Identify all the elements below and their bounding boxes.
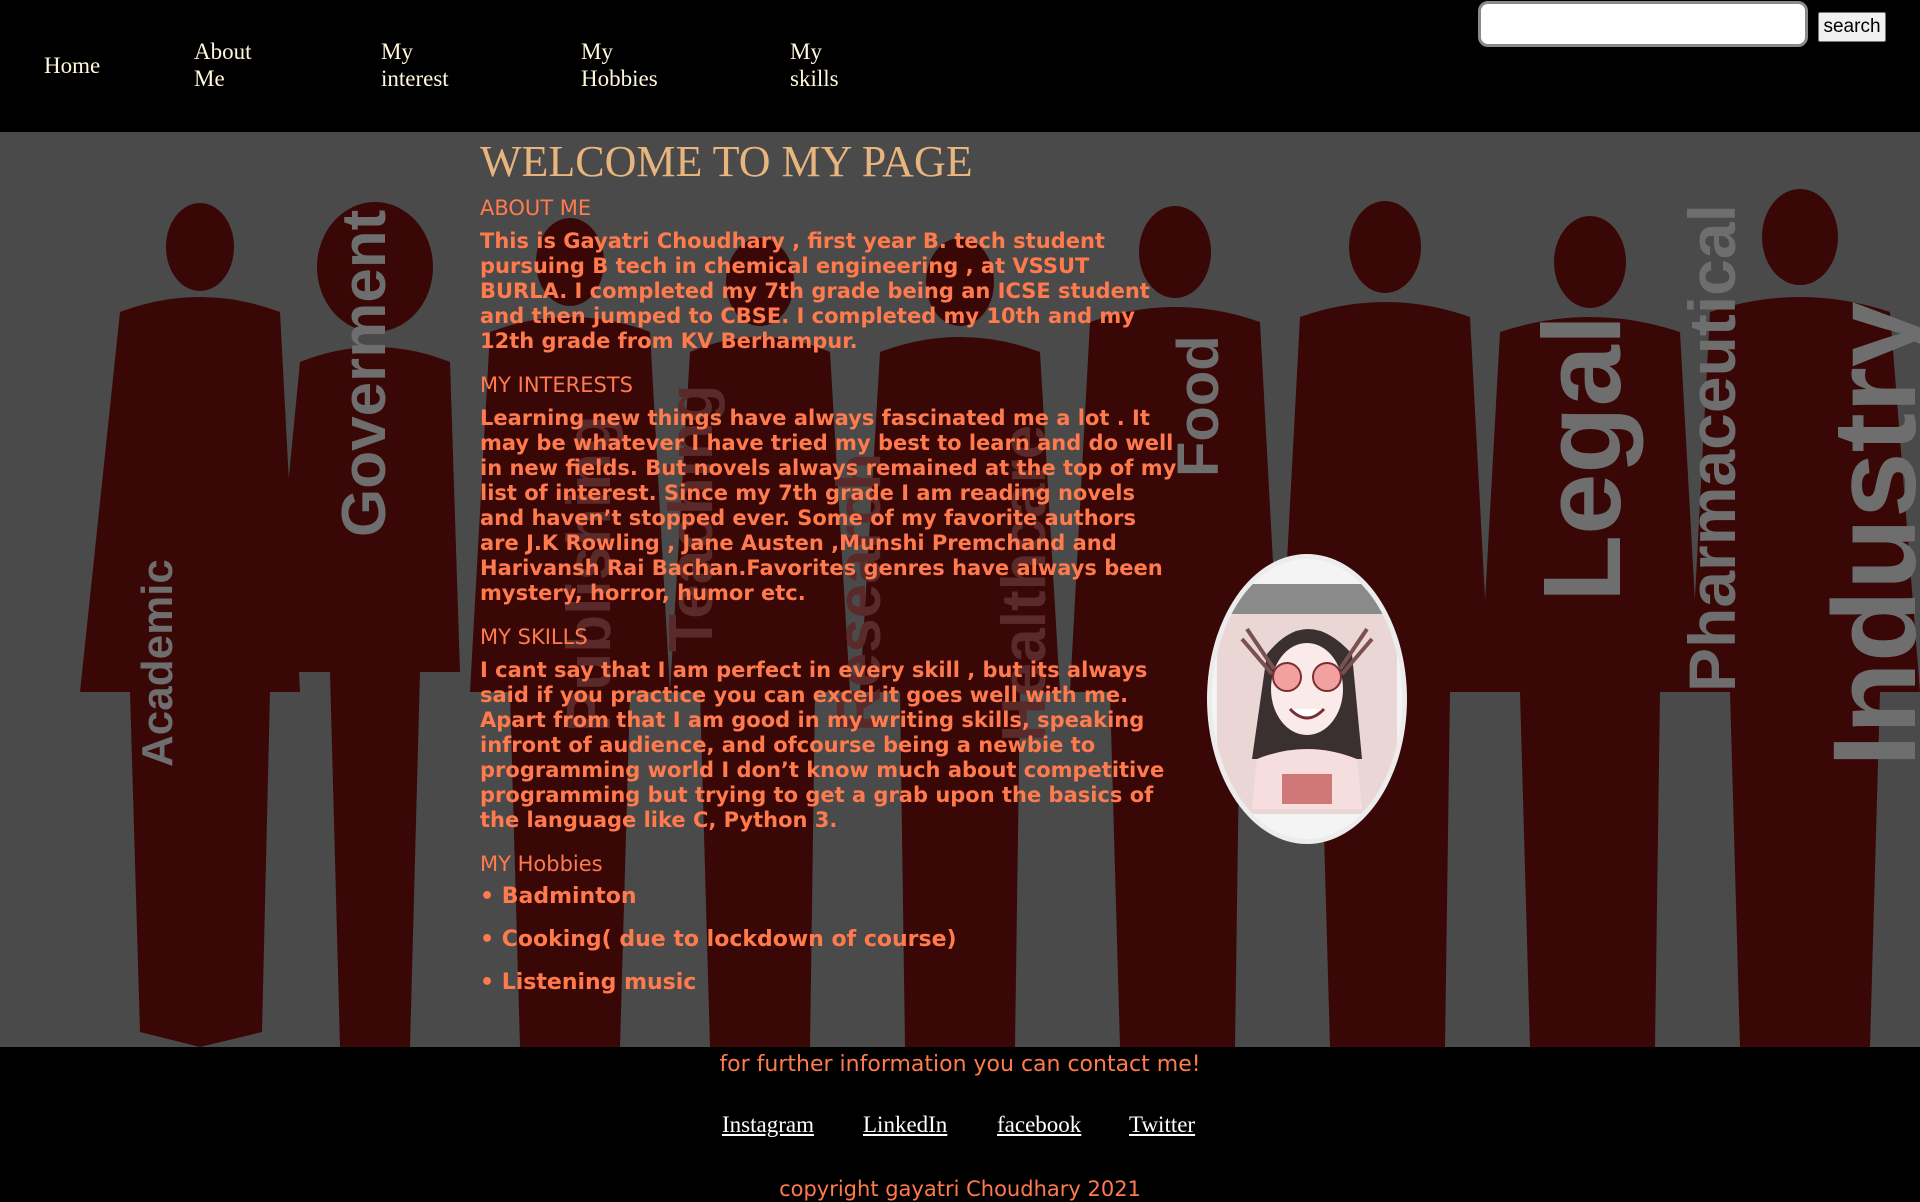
bg-word-goverment: Goverment xyxy=(330,210,399,537)
nav-about-label-2: Me xyxy=(194,66,225,91)
nav-interest-link[interactable]: My interest xyxy=(381,38,449,92)
main-section: Academic Goverment Publishing Teaching R… xyxy=(0,132,1920,1047)
linkedin-link[interactable]: LinkedIn xyxy=(863,1111,947,1139)
twitter-link[interactable]: Twitter xyxy=(1129,1111,1195,1139)
bg-word-industry: Industry xyxy=(1809,302,1920,768)
nav-hobbies-link[interactable]: My Hobbies xyxy=(581,38,658,92)
hobby-item: • Cooking( due to lockdown of course) xyxy=(480,927,957,952)
skills-text: I cant say that I am perfect in every sk… xyxy=(480,658,1165,832)
nav-about-link[interactable]: About Me xyxy=(194,38,252,92)
hobbies-heading: MY Hobbies xyxy=(480,852,603,876)
bg-word-academic: Academic xyxy=(133,559,182,767)
hobby-item: • Badminton xyxy=(480,884,637,909)
copyright-text: copyright gayatri Choudhary 2021 xyxy=(779,1177,1141,1201)
nav-about-label-1: About xyxy=(194,39,252,64)
about-heading: ABOUT ME xyxy=(480,196,592,220)
bg-word-pharmaceutical: Pharmaceutical xyxy=(1675,204,1749,692)
nav-interest-label-1: My xyxy=(381,39,413,64)
contact-text: for further information you can contact … xyxy=(719,1052,1201,1077)
page-title: WELCOME TO MY PAGE xyxy=(480,137,973,186)
nav-interest-label-2: interest xyxy=(381,66,449,91)
profile-portrait-image xyxy=(1207,554,1407,844)
bg-word-legal: Legal xyxy=(1521,315,1644,602)
nav-hobbies-label-1: My xyxy=(581,39,613,64)
portrait-sketch xyxy=(1212,559,1402,839)
about-text: This is Gayatri Choudhary , first year B… xyxy=(480,229,1150,353)
nav-skills-label-2: skills xyxy=(790,66,839,91)
skills-heading: MY SKILLS xyxy=(480,625,588,649)
interests-text: Learning new things have always fascinat… xyxy=(480,406,1177,605)
search-input[interactable] xyxy=(1478,1,1808,47)
interests-heading: MY INTERESTS xyxy=(480,373,633,397)
footer: for further information you can contact … xyxy=(0,1047,1920,1201)
hobby-item: • Listening music xyxy=(480,970,697,995)
nav-hobbies-label-2: Hobbies xyxy=(581,66,658,91)
nav-home-link[interactable]: Home xyxy=(44,52,100,79)
instagram-link[interactable]: Instagram xyxy=(722,1111,814,1139)
nav-skills-link[interactable]: My skills xyxy=(790,38,839,92)
top-navbar: Home About Me My interest My Hobbies My … xyxy=(0,0,1920,132)
search-button[interactable]: search xyxy=(1818,12,1886,42)
nav-home-label: Home xyxy=(44,53,101,78)
facebook-link[interactable]: facebook xyxy=(997,1111,1081,1139)
nav-skills-label-1: My xyxy=(790,39,822,64)
